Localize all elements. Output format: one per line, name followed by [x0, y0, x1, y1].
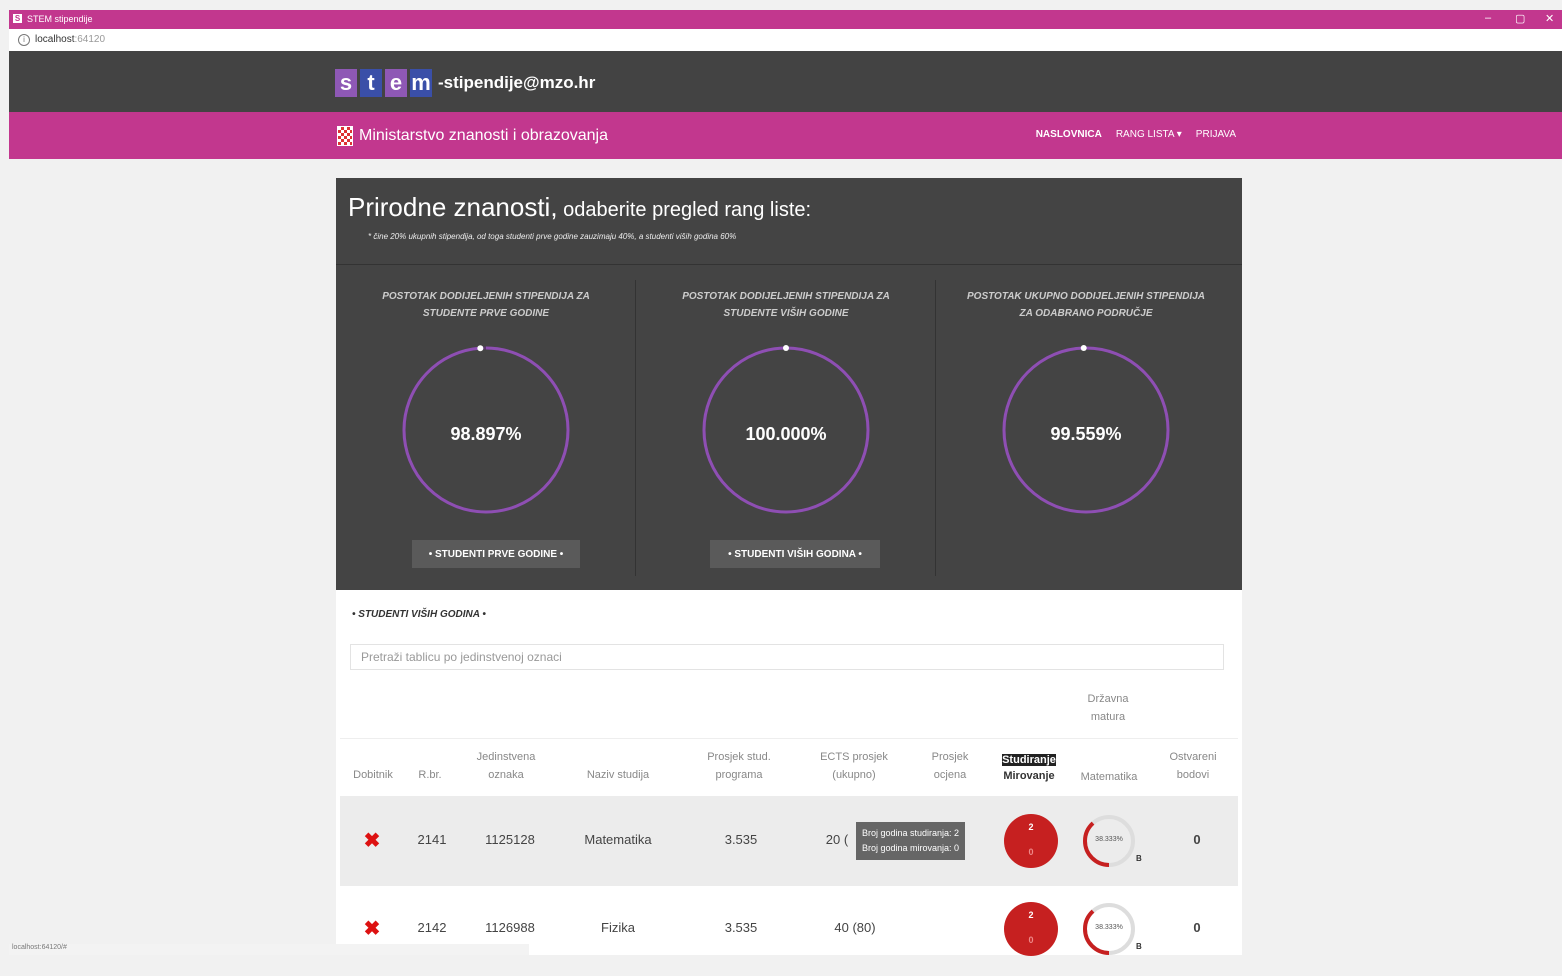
ranking-table-card: • STUDENTI VIŠIH GODINA • Državna matura…: [336, 590, 1242, 956]
logo-letter: t: [360, 69, 382, 97]
matematika-gauge: 38.333% B: [1082, 902, 1142, 956]
table-header: Državna matura Dobitnik R.br. Jedinstven…: [336, 690, 1242, 796]
th-rbr[interactable]: R.br.: [408, 766, 452, 784]
close-icon[interactable]: ✕: [1545, 12, 1554, 25]
not-winner-icon: ✖: [363, 918, 381, 940]
logo-letter: m: [410, 69, 432, 97]
stem-logo[interactable]: s t e m -stipendije@mzo.hr: [335, 68, 595, 98]
cell-bodovi: 0: [1193, 920, 1201, 935]
cell-rbr: 2141: [417, 832, 447, 847]
logo-email: -stipendije@mzo.hr: [438, 73, 596, 92]
study-years-badge[interactable]: 20: [1004, 902, 1058, 956]
nav-naslovnica[interactable]: NASLOVNICA: [1036, 129, 1102, 140]
th-jedinstvena-oznaka[interactable]: Jedinstvena oznaka: [466, 748, 546, 784]
th-matematika[interactable]: Matematika: [1072, 768, 1146, 786]
stat-total: Postotak ukupno dodijeljenih stipendija …: [936, 264, 1242, 590]
logo-letter: e: [385, 69, 407, 97]
address-bar[interactable]: i localhost:64120: [9, 29, 1562, 52]
stat-value: 99.559%: [1050, 424, 1122, 444]
stats-panel: Prirodne znanosti, odaberite pregled ran…: [336, 178, 1242, 590]
url-text[interactable]: localhost:64120: [35, 34, 105, 45]
not-winner-icon: ✖: [363, 830, 381, 852]
quota-note: * čine 20% ukupnih stipendija, od toga s…: [368, 232, 737, 241]
nav-prijava[interactable]: PRIJAVA: [1196, 129, 1236, 140]
matematika-gauge: 38.333% B: [1082, 814, 1142, 868]
logo-letter: s: [335, 69, 357, 97]
th-naziv-studija[interactable]: Naziv studija: [568, 766, 668, 784]
page-title: Prirodne znanosti, odaberite pregled ran…: [348, 192, 812, 222]
window-titlebar: S STEM stipendije – ▢ ✕: [9, 10, 1562, 29]
th-ects-prosjek[interactable]: ECTS prosjek (ukupno): [810, 748, 898, 784]
cell-naziv: Matematika: [584, 832, 652, 847]
th-drzavna-matura: Državna matura: [1087, 693, 1129, 723]
window-title: STEM stipendije: [27, 14, 93, 24]
table-row[interactable]: ✖ 2142 1126988 Fizika 3.535 40 (80) 20 3…: [340, 886, 1238, 976]
table-row[interactable]: ✖ 2141 1125128 Matematika 3.535 20 ( 20 …: [340, 796, 1238, 886]
nav-bar: Ministarstvo znanosti i obrazovanja NASL…: [9, 112, 1562, 159]
study-years-badge[interactable]: 20: [1004, 814, 1058, 868]
cell-oznaka: 1126988: [485, 920, 535, 935]
stat-higher-years: Postotak dodijeljenih stipendija za stud…: [636, 264, 936, 590]
cell-prosjek: 3.535: [724, 832, 758, 847]
th-prosjek-ocjena[interactable]: Prosjek ocjena: [922, 748, 978, 784]
study-years-tooltip: Broj godina studiranja: 2 Broj godina mir…: [856, 822, 966, 860]
stat-caption: Postotak dodijeljenih stipendija za stud…: [682, 291, 890, 319]
stat-value: 98.897%: [450, 424, 522, 444]
cell-ects: 20 (: [825, 832, 849, 847]
th-prosjek-programa[interactable]: Prosjek stud. programa: [696, 748, 782, 784]
nav-rang-lista[interactable]: RANG LISTA ▾: [1116, 129, 1182, 140]
stat-caption: Postotak dodijeljenih stipendija za stud…: [382, 291, 590, 319]
croatian-crest-icon: [337, 126, 353, 146]
th-studiranje: Studiranje: [1002, 754, 1056, 766]
divider: [340, 738, 1238, 739]
info-icon[interactable]: i: [18, 34, 30, 46]
app-icon: S: [13, 14, 22, 23]
th-dobitnik[interactable]: Dobitnik: [344, 766, 402, 784]
th-mirovanje: Mirovanje: [1003, 770, 1055, 782]
cell-prosjek: 3.535: [724, 920, 758, 935]
site-header: s t e m -stipendije@mzo.hr: [9, 51, 1562, 112]
table-subtitle: • STUDENTI VIŠIH GODINA •: [352, 609, 486, 620]
search-input[interactable]: [350, 644, 1224, 670]
maximize-icon[interactable]: ▢: [1515, 12, 1525, 25]
cell-naziv: Fizika: [601, 920, 635, 935]
status-bar: localhost:64120/#: [9, 944, 529, 955]
cell-bodovi: 0: [1193, 832, 1201, 847]
stat-caption: Postotak ukupno dodijeljenih stipendija …: [967, 291, 1205, 319]
ministry-name: Ministarstvo znanosti i obrazovanja: [359, 127, 609, 144]
cell-ects: 40 (80): [834, 920, 876, 935]
minimize-icon[interactable]: –: [1485, 12, 1491, 24]
ministry-brand[interactable]: Ministarstvo znanosti i obrazovanja: [337, 126, 608, 146]
higher-years-students-button[interactable]: • STUDENTI VIŠIH GODINA •: [710, 540, 880, 568]
th-studiranje-mirovanje[interactable]: Studiranje Mirovanje: [1000, 752, 1058, 784]
cell-oznaka: 1125128: [485, 832, 535, 847]
cell-rbr: 2142: [417, 920, 447, 935]
stat-value: 100.000%: [745, 424, 827, 444]
main-nav: NASLOVNICA RANG LISTA ▾ PRIJAVA: [1036, 129, 1236, 140]
th-ostvareni-bodovi[interactable]: Ostvareni bodovi: [1162, 748, 1224, 784]
stat-first-year: Postotak dodijeljenih stipendija za stud…: [336, 264, 636, 590]
first-year-students-button[interactable]: • STUDENTI PRVE GODINE •: [412, 540, 580, 568]
